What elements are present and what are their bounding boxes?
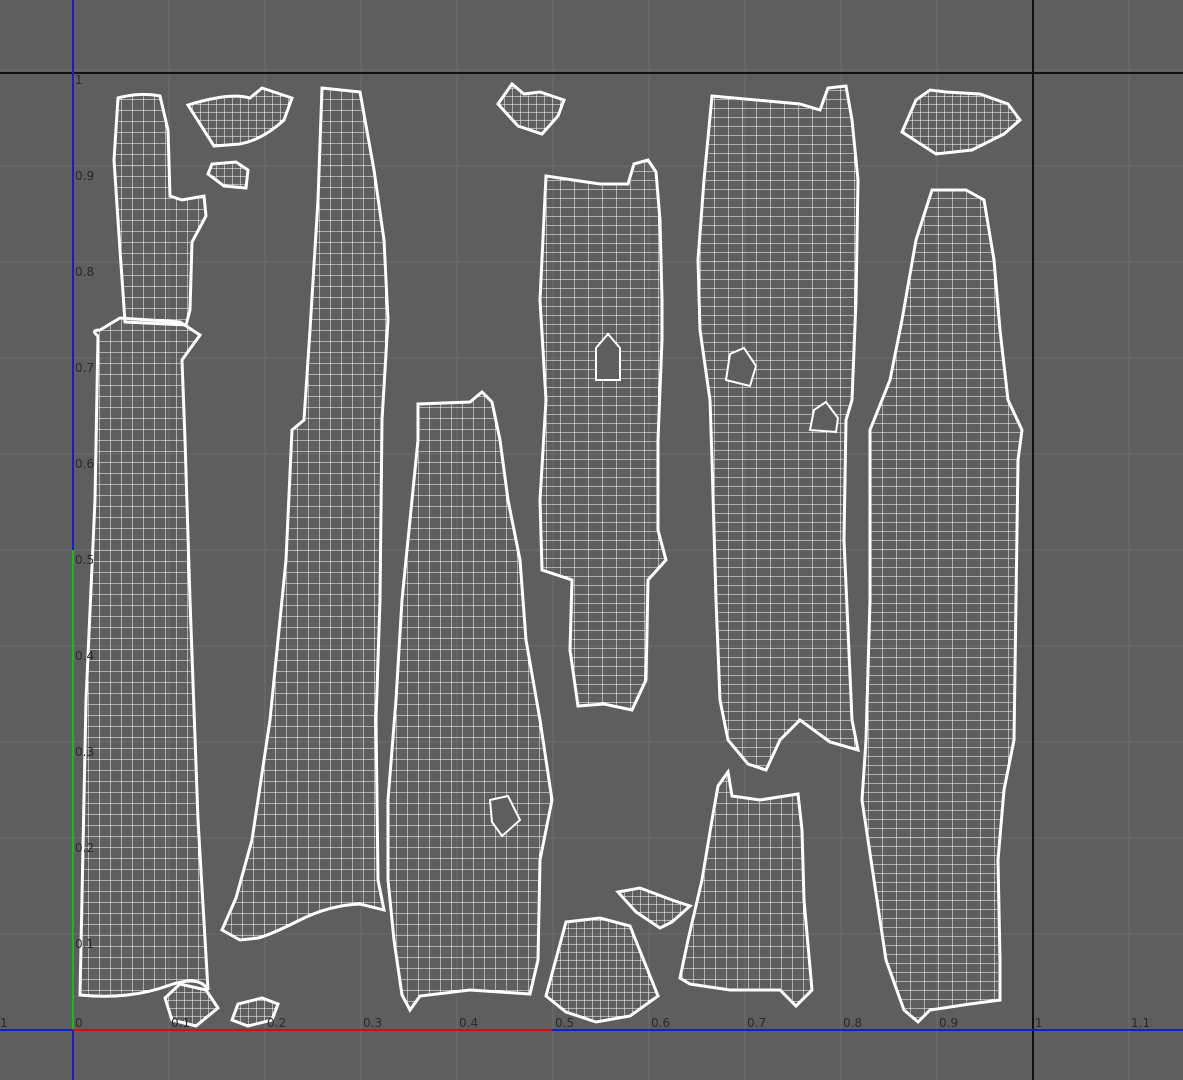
u-tick-label: 1 <box>1035 1016 1043 1030</box>
shell-stem-right[interactable] <box>860 188 1024 1025</box>
shell-stem-window[interactable] <box>538 158 668 712</box>
uv-canvas[interactable]: 0 0.1 0.2 0.3 0.4 0.5 0.6 0.7 0.8 0.9 1 1.1 1 0.1 0.2 0… <box>0 0 1183 1080</box>
shell-stem-mid[interactable] <box>386 389 554 1013</box>
v-tick-label: 0.9 <box>75 169 94 183</box>
v-tick-label: 1 <box>75 73 83 87</box>
shell-cap-bottom-3[interactable] <box>615 886 693 930</box>
shell-stem-short[interactable] <box>678 768 814 1009</box>
uv-shells[interactable] <box>78 81 1024 1028</box>
u-tick-label-negative: 1 <box>0 1016 8 1030</box>
shell-cap-top-1[interactable] <box>185 86 294 148</box>
shell-stem-tall[interactable] <box>220 86 390 942</box>
u-tick-label: 1.1 <box>1131 1016 1150 1030</box>
shell-cap-top-3[interactable] <box>496 81 566 136</box>
u-tick-label: 0 <box>75 1016 83 1030</box>
u-tick-label: 0.3 <box>363 1016 382 1030</box>
u-tick-label: 0.6 <box>651 1016 670 1030</box>
shell-branch-left[interactable] <box>112 92 208 327</box>
v-tick-label: 0.5 <box>75 553 94 567</box>
u-tick-label: 0.1 <box>171 1016 190 1030</box>
v-tick-label: 0.8 <box>75 265 94 279</box>
v-tick-label: 0.3 <box>75 745 94 759</box>
u-tick-label: 0.8 <box>843 1016 862 1030</box>
v-tick-label: 0.6 <box>75 457 94 471</box>
u-tick-label: 0.4 <box>459 1016 478 1030</box>
uv-texture-editor-viewport[interactable]: 0 0.1 0.2 0.3 0.4 0.5 0.6 0.7 0.8 0.9 1 1.1 1 0.1 0.2 0… <box>0 0 1183 1080</box>
u-tick-label: 0.7 <box>747 1016 766 1030</box>
u-tick-label: 0.5 <box>555 1016 574 1030</box>
shell-stem-wide[interactable] <box>696 84 860 772</box>
shell-cap-top-2[interactable] <box>206 160 250 190</box>
v-tick-label: 0.2 <box>75 841 94 855</box>
u-tick-label: 0.2 <box>267 1016 286 1030</box>
shell-cap-top-4[interactable] <box>900 88 1023 156</box>
v-tick-label: 0.1 <box>75 937 94 951</box>
v-tick-label: 0.7 <box>75 361 94 375</box>
v-tick-label: 0.4 <box>75 649 94 663</box>
shell-trunk-left[interactable] <box>78 316 210 998</box>
u-tick-label: 0.9 <box>939 1016 958 1030</box>
